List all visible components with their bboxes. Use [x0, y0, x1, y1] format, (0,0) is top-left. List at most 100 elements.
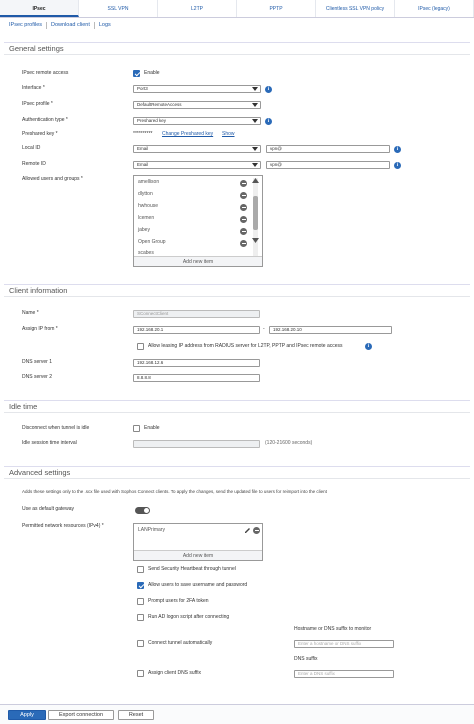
section-title: Client information — [4, 285, 470, 297]
tab-pptp[interactable]: PPTP — [237, 0, 316, 17]
ip-to-input[interactable]: 192.168.20.10 — [269, 326, 392, 334]
change-psk-link[interactable]: Change Preshared key — [162, 131, 213, 138]
auto-connect-checkbox[interactable] — [137, 640, 144, 647]
list-item: lcemen — [138, 215, 155, 221]
list-item: LANPrimary — [138, 527, 165, 533]
advanced-note: Adds these settings only to the .scx fil… — [22, 489, 327, 494]
dns-suffix-heading-row: DNS suffix — [4, 655, 470, 665]
remove-icon[interactable] — [240, 180, 247, 187]
2fa-checkbox[interactable] — [137, 598, 144, 605]
enable-label: Enable — [144, 425, 160, 431]
option-row: Connect tunnel automatically Enter a hos… — [4, 639, 470, 649]
dns1-row: DNS server 1 192.168.12.6 — [4, 358, 470, 368]
auth-type-select[interactable]: Preshared key — [133, 117, 261, 125]
heartbeat-checkbox[interactable] — [137, 566, 144, 573]
ad-logon-checkbox[interactable] — [137, 614, 144, 621]
remove-icon[interactable] — [240, 204, 247, 211]
dns-suffix-label: DNS suffix — [294, 656, 318, 662]
psk-value: ********** — [133, 131, 153, 137]
section-title: Idle time — [4, 401, 470, 413]
interface-label: Interface * — [22, 85, 45, 91]
remove-icon[interactable] — [240, 228, 247, 235]
users-label: Allowed users and groups * — [22, 176, 83, 182]
info-icon[interactable]: i — [365, 343, 372, 350]
remote-access-row: IPsec remote access Enable — [4, 69, 470, 79]
save-credentials-checkbox[interactable] — [137, 582, 144, 589]
disconnect-label: Disconnect when tunnel is idle — [22, 425, 90, 431]
scroll-up-icon[interactable] — [252, 178, 259, 184]
interface-select[interactable]: Port3 — [133, 85, 261, 93]
dns2-row: DNS server 2 8.8.8.8 — [4, 373, 470, 383]
export-connection-button[interactable]: Export connection — [48, 710, 114, 720]
dns1-input[interactable]: 192.168.12.6 — [133, 359, 260, 367]
lease-checkbox[interactable] — [137, 343, 144, 350]
profile-row: IPsec profile * DefaultRemoteAccess — [4, 100, 470, 110]
show-psk-link[interactable]: Show — [222, 131, 235, 138]
info-icon[interactable]: i — [394, 146, 401, 153]
add-new-user-button[interactable]: Add new item — [134, 256, 262, 266]
lease-label: Allow leasing IP address from RADIUS ser… — [148, 343, 343, 349]
reset-button[interactable]: Reset — [118, 710, 154, 720]
profile-label: IPsec profile * — [22, 101, 53, 107]
dns-suffix-input[interactable]: Enter a DNS suffix — [294, 670, 394, 678]
option-label: Allow users to save username and passwor… — [148, 582, 248, 588]
default-gateway-toggle[interactable] — [135, 507, 150, 514]
list-item: dlytton — [138, 191, 153, 197]
remote-id-label: Remote ID — [22, 161, 46, 167]
name-row: Name * SConnectClient — [4, 309, 470, 319]
info-icon[interactable]: i — [265, 86, 272, 93]
footer-bar: Apply Export connection Reset — [0, 704, 474, 724]
tab-l2tp[interactable]: L2TP — [158, 0, 237, 17]
auth-type-row: Authentication type * Preshared key i — [4, 116, 470, 126]
networks-label: Permitted network resources (IPv4) * — [22, 523, 104, 529]
dns2-input[interactable]: 8.8.8.8 — [133, 374, 260, 382]
hostname-label: Hostname or DNS suffix to monitor — [294, 626, 372, 632]
enable-label: Enable — [144, 70, 160, 76]
local-id-type-select[interactable]: Email — [133, 145, 261, 153]
subtab-download-client[interactable]: Download client — [51, 21, 95, 29]
scroll-down-icon[interactable] — [252, 238, 259, 244]
subtab-ipsec-profiles[interactable]: IPsec profiles — [9, 21, 48, 29]
scroll-thumb[interactable] — [253, 196, 258, 230]
dns-suffix-checkbox[interactable] — [137, 670, 144, 677]
users-listbox: amellison dlytton hwhouse lcemen jabey O… — [133, 175, 263, 267]
remote-id-input[interactable]: vpn@ — [266, 161, 390, 169]
option-label: Connect tunnel automatically — [148, 640, 213, 646]
option-row: Assign client DNS suffix Enter a DNS suf… — [4, 669, 470, 679]
profile-select[interactable]: DefaultRemoteAccess — [133, 101, 261, 109]
tab-ipsec[interactable]: IPsec — [0, 0, 79, 17]
apply-button[interactable]: Apply — [8, 710, 46, 720]
local-id-label: Local ID — [22, 145, 41, 151]
tab-ssl-vpn[interactable]: SSL VPN — [79, 0, 158, 17]
tab-ipsec-legacy[interactable]: IPsec (legacy) — [395, 0, 474, 17]
lease-row: Allow leasing IP address from RADIUS ser… — [4, 342, 470, 352]
default-gateway-label: Use as default gateway — [22, 506, 74, 512]
info-icon[interactable]: i — [265, 118, 272, 125]
list-item: Open Group — [138, 239, 166, 245]
disconnect-checkbox[interactable] — [133, 425, 140, 432]
option-label: Assign client DNS suffix — [148, 670, 201, 676]
remote-access-checkbox[interactable] — [133, 70, 140, 77]
remove-icon[interactable] — [240, 216, 247, 223]
hostname-input[interactable]: Enter a hostname or DNS suffix — [294, 640, 394, 648]
remove-icon[interactable] — [240, 192, 247, 199]
option-label: Send Security Heartbeat through tunnel — [148, 566, 236, 572]
top-tabs: IPsec SSL VPN L2TP PPTP Clientless SSL V… — [0, 0, 474, 18]
remove-icon[interactable] — [253, 527, 260, 534]
edit-icon[interactable] — [244, 527, 251, 534]
subtab-logs[interactable]: Logs — [99, 22, 115, 29]
option-label: Run AD logon script after connecting — [148, 614, 230, 620]
name-label: Name * — [22, 310, 39, 316]
remote-id-type-select[interactable]: Email — [133, 161, 261, 169]
list-item: amellison — [138, 179, 160, 185]
name-input: SConnectClient — [133, 310, 260, 318]
tab-clientless-ssl-vpn[interactable]: Clientless SSL VPN policy — [316, 0, 395, 17]
add-new-network-button[interactable]: Add new item — [134, 550, 262, 560]
dns2-label: DNS server 2 — [22, 374, 53, 380]
local-id-input[interactable]: vpn@ — [266, 145, 390, 153]
remove-icon[interactable] — [240, 240, 247, 247]
hostname-heading-row: Hostname or DNS suffix to monitor — [4, 625, 470, 635]
info-icon[interactable]: i — [394, 162, 401, 169]
ip-from-input[interactable]: 192.168.20.1 — [133, 326, 260, 334]
users-scrollbar[interactable] — [253, 178, 258, 256]
